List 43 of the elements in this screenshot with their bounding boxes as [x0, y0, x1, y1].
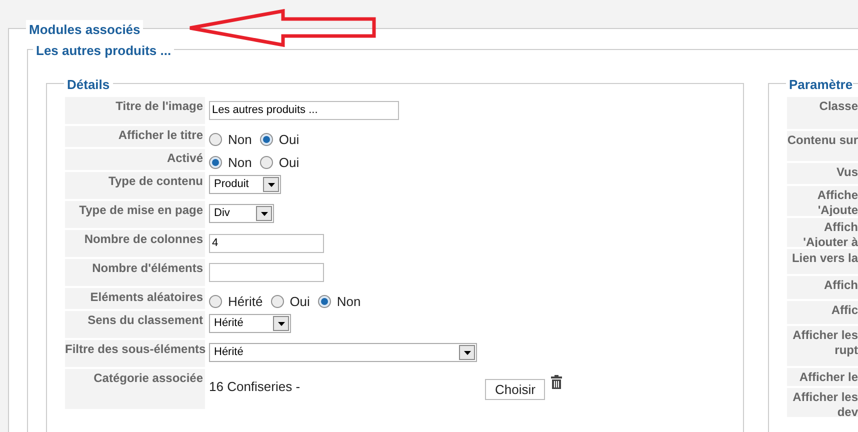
radio-label: Oui: [290, 293, 310, 311]
field-label: Affic: [831, 303, 858, 319]
caret-icon: [459, 345, 475, 360]
field-label: Contenu sur: [787, 133, 858, 149]
radio-label: Non: [336, 293, 361, 311]
field-label: Activé: [166, 151, 203, 165]
field-label: Sens du classement: [88, 313, 203, 327]
field-label: Affiche 'Ajoute: [817, 188, 858, 216]
radio-label: Non: [228, 154, 252, 172]
field-label: Filtre des sous-éléments: [65, 342, 206, 356]
caret-icon: [263, 177, 279, 192]
radio-label: Oui: [278, 154, 300, 172]
field-label: Affich 'Ajouter à: [803, 220, 858, 247]
text-field[interactable]: Les autres produits ...: [209, 100, 399, 120]
radio-label: Non: [228, 131, 252, 149]
field-label: Nombre de colonnes: [84, 232, 203, 246]
field-label: Affich: [824, 278, 858, 294]
select-dropdown[interactable]: Hérité: [209, 314, 291, 333]
field-label: Afficher les rupt: [792, 328, 858, 359]
field-label: Titre de l'image: [116, 99, 203, 113]
field-label: Afficher le titre: [118, 128, 203, 142]
caret-icon: [256, 206, 272, 221]
radio-label: Oui: [278, 131, 300, 149]
text-field[interactable]: 4: [209, 234, 324, 252]
trash-icon[interactable]: [551, 375, 562, 389]
field-label: Eléments aléatoires: [90, 290, 203, 304]
category-name: 16 Confiseries -: [209, 378, 302, 396]
field-label: Type de contenu: [108, 174, 203, 188]
choose-button[interactable]: Choisir: [485, 378, 546, 400]
text-field[interactable]: [209, 262, 324, 282]
field-label: Catégorie associée: [94, 371, 203, 385]
select-dropdown[interactable]: Div: [209, 204, 274, 223]
field-label: Afficher le: [799, 370, 858, 386]
field-label: Nombre d'éléments: [92, 261, 203, 275]
field-label: Lien vers la: [792, 251, 858, 267]
field-label: Type de mise en page: [79, 203, 203, 217]
caret-icon: [273, 316, 289, 331]
radio-label: Hérité: [228, 293, 263, 311]
select-dropdown[interactable]: Produit: [209, 175, 281, 194]
field-label: Classe: [819, 99, 858, 115]
field-label: Afficher les dev: [792, 390, 858, 417]
field-label: Vus: [836, 165, 858, 181]
select-dropdown[interactable]: Hérité: [209, 343, 477, 362]
